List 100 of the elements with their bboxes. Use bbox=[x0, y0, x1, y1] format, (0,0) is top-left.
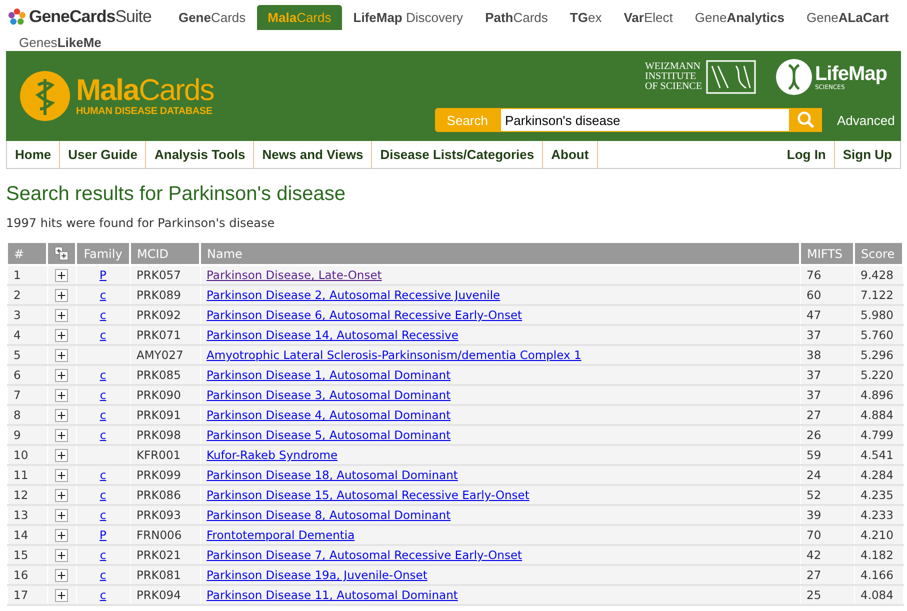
table-cell: 4.182 bbox=[854, 545, 903, 565]
family-link[interactable]: c bbox=[100, 428, 106, 442]
table-cell: PRK086 bbox=[130, 485, 200, 505]
table-cell: 1 bbox=[7, 265, 47, 285]
table-cell: 10 bbox=[7, 445, 47, 465]
nav-link[interactable]: About bbox=[543, 141, 598, 168]
table-cell: PRK081 bbox=[130, 565, 200, 585]
table-cell: PRK090 bbox=[130, 385, 200, 405]
table-cell: 37 bbox=[800, 365, 854, 385]
column-header: # bbox=[7, 242, 47, 265]
family-link[interactable]: c bbox=[100, 588, 106, 602]
suite-tab[interactable]: TGex bbox=[558, 4, 613, 30]
expand-icon[interactable] bbox=[55, 529, 68, 542]
table-cell: 4.233 bbox=[854, 505, 903, 525]
family-link[interactable]: c bbox=[100, 548, 106, 562]
disease-link[interactable]: Frontotemporal Dementia bbox=[206, 528, 355, 542]
search-field[interactable]: Parkinson's disease bbox=[500, 108, 790, 132]
family-link[interactable]: c bbox=[100, 288, 106, 302]
table-cell: 7.122 bbox=[854, 285, 903, 305]
suite-tab[interactable]: LifeMap Discovery bbox=[342, 4, 474, 30]
table-cell: 24 bbox=[800, 465, 854, 485]
nav-link[interactable]: Disease Lists/Categories bbox=[372, 141, 544, 168]
disease-link[interactable]: Kufor-Rakeb Syndrome bbox=[206, 448, 338, 462]
table-cell: 52 bbox=[800, 485, 854, 505]
family-link[interactable]: c bbox=[100, 328, 106, 342]
family-link[interactable]: P bbox=[100, 268, 106, 282]
nav-link[interactable]: Home bbox=[7, 141, 60, 168]
table-cell: KFR001 bbox=[130, 445, 200, 465]
expand-icon[interactable] bbox=[55, 509, 68, 522]
table-cell: 5.220 bbox=[854, 365, 903, 385]
expand-icon[interactable] bbox=[55, 549, 68, 562]
table-cell: 15 bbox=[7, 545, 47, 565]
table-cell: 9.428 bbox=[854, 265, 903, 285]
table-cell: 4.799 bbox=[854, 425, 903, 445]
expand-icon[interactable] bbox=[55, 389, 68, 402]
table-cell: 8 bbox=[7, 405, 47, 425]
table-cell: PRK021 bbox=[130, 545, 200, 565]
nav-link[interactable]: News and Views bbox=[254, 141, 372, 168]
expand-icon[interactable] bbox=[55, 289, 68, 302]
expand-icon[interactable] bbox=[55, 469, 68, 482]
logo-subtitle: HUMAN DISEASE DATABASE bbox=[76, 106, 214, 116]
table-cell: 5 bbox=[7, 345, 47, 365]
institute-logo[interactable]: WEIZMANN INSTITUTE OF SCIENCE bbox=[644, 60, 756, 94]
expand-icon[interactable] bbox=[55, 589, 68, 602]
table-cell: 76 bbox=[800, 265, 854, 285]
expand-icon[interactable] bbox=[55, 349, 68, 362]
family-link[interactable]: c bbox=[100, 308, 106, 322]
table-cell: 4.084 bbox=[854, 585, 903, 605]
expand-icon[interactable] bbox=[55, 569, 68, 582]
table-cell: 25 bbox=[800, 585, 854, 605]
expand-icon[interactable] bbox=[55, 409, 68, 422]
table-cell: PRK092 bbox=[130, 305, 200, 325]
expand-all-icon[interactable] bbox=[54, 246, 69, 262]
table-cell: AMY027 bbox=[130, 345, 200, 365]
table-cell: 4 bbox=[7, 325, 47, 345]
table-cell: 27 bbox=[800, 565, 854, 585]
nav-link[interactable]: User Guide bbox=[60, 141, 146, 168]
suite-tab[interactable]: PathCards bbox=[474, 4, 559, 30]
family-link[interactable]: P bbox=[100, 528, 106, 542]
suite-tab[interactable]: VarElect bbox=[612, 4, 684, 30]
family-link[interactable]: c bbox=[100, 488, 106, 502]
table-cell: 70 bbox=[800, 525, 854, 545]
table-cell: 13 bbox=[7, 505, 47, 525]
suite-tab[interactable]: GeneALaCart bbox=[796, 4, 900, 30]
suite-tab[interactable]: GeneCards bbox=[167, 4, 257, 30]
advanced-link[interactable]: Advanced bbox=[837, 112, 897, 128]
table-cell: 4.884 bbox=[854, 405, 903, 425]
expand-icon[interactable] bbox=[55, 309, 68, 322]
table-cell: PRK085 bbox=[130, 365, 200, 385]
table-cell: 60 bbox=[800, 285, 854, 305]
column-header: MCID bbox=[130, 242, 200, 265]
expand-icon[interactable] bbox=[55, 369, 68, 382]
nav-link[interactable]: Sign Up bbox=[834, 141, 900, 168]
nav-link[interactable]: Log In bbox=[778, 141, 835, 168]
table-cell: 9 bbox=[7, 425, 47, 445]
family-link[interactable]: c bbox=[100, 568, 106, 582]
expand-icon[interactable] bbox=[55, 269, 68, 282]
table-cell: PRK057 bbox=[130, 265, 200, 285]
table-cell: PRK089 bbox=[130, 285, 200, 305]
family-link[interactable]: c bbox=[100, 368, 106, 382]
table-cell: 4.166 bbox=[854, 565, 903, 585]
nav-link[interactable]: Analysis Tools bbox=[146, 141, 254, 168]
family-link[interactable]: c bbox=[100, 468, 106, 482]
family-link[interactable]: c bbox=[100, 408, 106, 422]
expand-icon[interactable] bbox=[55, 449, 68, 462]
table-cell: 3 bbox=[7, 305, 47, 325]
table-cell: 5.980 bbox=[854, 305, 903, 325]
table-cell: 14 bbox=[7, 525, 47, 545]
expand-icon[interactable] bbox=[55, 489, 68, 502]
logo-title: MalaCards bbox=[76, 76, 214, 106]
table-cell: PRK071 bbox=[130, 325, 200, 345]
table-cell: 26 bbox=[800, 425, 854, 445]
family-link[interactable]: c bbox=[100, 508, 106, 522]
table-cell: 37 bbox=[800, 385, 854, 405]
expand-icon[interactable] bbox=[55, 429, 68, 442]
expand-icon[interactable] bbox=[55, 329, 68, 342]
suite-tab[interactable]: GenesLikeMe bbox=[8, 30, 112, 55]
family-link[interactable]: c bbox=[100, 388, 106, 402]
suite-tab[interactable]: GeneAnalytics bbox=[684, 4, 796, 30]
suite-logo[interactable]: GeneCardsSuite bbox=[8, 4, 152, 30]
